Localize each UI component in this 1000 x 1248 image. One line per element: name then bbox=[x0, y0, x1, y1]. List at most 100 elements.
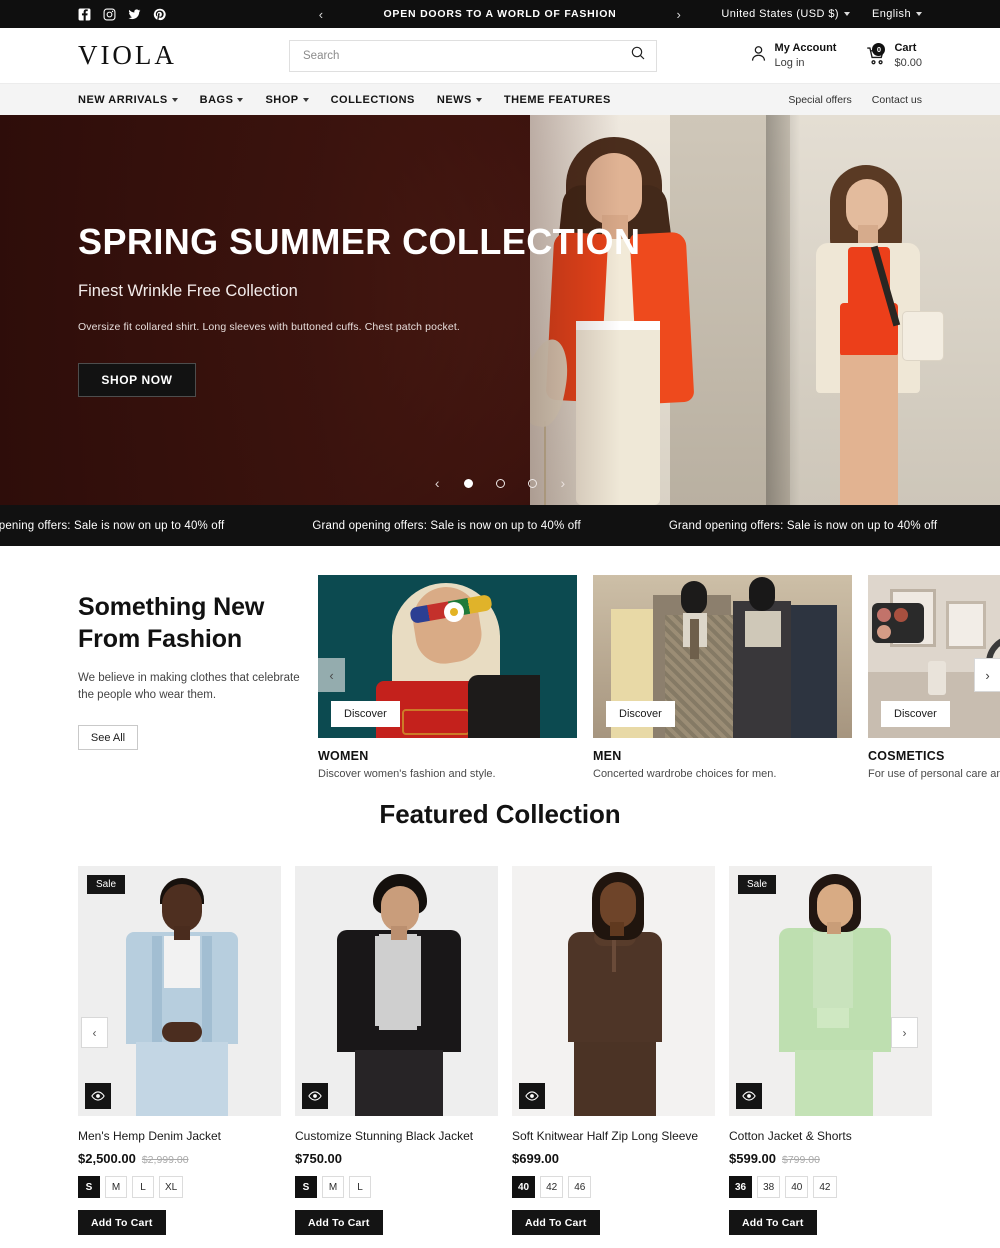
category-subtitle-cosmetics: For use of personal care and s bbox=[868, 768, 1000, 780]
size-option[interactable]: L bbox=[349, 1176, 371, 1198]
nav-item-contact-us[interactable]: Contact us bbox=[872, 94, 922, 106]
product-image[interactable] bbox=[512, 866, 715, 1116]
add-to-cart-button[interactable]: Add To Cart bbox=[729, 1210, 817, 1235]
product-size-options: S M L XL bbox=[78, 1176, 281, 1198]
cart-button[interactable]: 0 Cart $0.00 bbox=[865, 41, 922, 69]
cart-count-badge: 0 bbox=[872, 42, 886, 56]
category-subtitle-women: Discover women's fashion and style. bbox=[318, 768, 496, 780]
hero-next-arrow[interactable]: › bbox=[561, 475, 566, 491]
category-card-men[interactable]: Discover MEN Concerted wardrobe choices … bbox=[593, 575, 852, 780]
hero-dot-1[interactable] bbox=[463, 478, 473, 488]
discover-button-cosmetics[interactable]: Discover bbox=[881, 701, 950, 727]
product-image[interactable]: Sale bbox=[729, 866, 932, 1116]
nav-label: THEME FEATURES bbox=[503, 93, 611, 106]
category-carousel: Discover WOMEN Discover women's fashion … bbox=[318, 575, 1000, 780]
product-name[interactable]: Men's Hemp Denim Jacket bbox=[78, 1129, 281, 1143]
add-to-cart-button[interactable]: Add To Cart bbox=[512, 1210, 600, 1235]
nav-item-special-offers[interactable]: Special offers bbox=[788, 94, 851, 106]
category-card-women[interactable]: Discover WOMEN Discover women's fashion … bbox=[318, 575, 577, 780]
nav-item-new-arrivals[interactable]: NEW ARRIVALS bbox=[78, 94, 178, 106]
size-option[interactable]: S bbox=[295, 1176, 317, 1198]
size-option[interactable]: S bbox=[78, 1176, 100, 1198]
size-option[interactable]: M bbox=[322, 1176, 344, 1198]
account-login-link[interactable]: Log in bbox=[775, 56, 837, 70]
my-account-button[interactable]: My Account Log in bbox=[749, 41, 837, 69]
quick-view-button[interactable] bbox=[302, 1083, 328, 1109]
announcement-prev-arrow[interactable]: ‹ bbox=[319, 8, 324, 21]
size-option[interactable]: 42 bbox=[540, 1176, 564, 1198]
something-new-intro: Something New From Fashion We believe in… bbox=[0, 568, 300, 781]
size-option[interactable]: M bbox=[105, 1176, 127, 1198]
marquee-item: Grand opening offers: Sale is now on up … bbox=[668, 519, 938, 532]
product-card[interactable]: Soft Knitwear Half Zip Long Sleeve $699.… bbox=[512, 866, 715, 1235]
size-option[interactable]: 42 bbox=[813, 1176, 837, 1198]
hero-subtitle: Finest Wrinkle Free Collection bbox=[78, 282, 298, 301]
cart-total: $0.00 bbox=[894, 56, 922, 69]
discover-button-women[interactable]: Discover bbox=[331, 701, 400, 727]
nav-item-bags[interactable]: BAGS bbox=[200, 94, 244, 106]
search-icon[interactable] bbox=[630, 45, 646, 66]
category-image-women: Discover bbox=[318, 575, 577, 738]
size-option[interactable]: 36 bbox=[729, 1176, 753, 1198]
product-size-options: 36 38 40 42 bbox=[729, 1176, 932, 1198]
announcement-next-arrow[interactable]: › bbox=[677, 8, 682, 21]
category-image-men: Discover bbox=[593, 575, 852, 738]
nav-item-theme-features[interactable]: THEME FEATURES bbox=[504, 94, 611, 106]
see-all-button[interactable]: See All bbox=[78, 725, 138, 751]
size-option[interactable]: XL bbox=[159, 1176, 184, 1198]
product-name[interactable]: Customize Stunning Black Jacket bbox=[295, 1129, 498, 1143]
product-image[interactable]: Sale bbox=[78, 866, 281, 1116]
search-bar[interactable] bbox=[289, 39, 657, 72]
size-option[interactable]: 40 bbox=[785, 1176, 809, 1198]
product-card[interactable]: Sale Men's Hemp Denim Jacket $2,500.00 $… bbox=[78, 866, 281, 1235]
site-header: VIOLA My Account Log in 0 Cart $0.00 bbox=[0, 28, 1000, 83]
size-option[interactable]: 46 bbox=[568, 1176, 592, 1198]
add-to-cart-button[interactable]: Add To Cart bbox=[78, 1210, 166, 1235]
hero-dots bbox=[463, 478, 537, 488]
hero-dot-3[interactable] bbox=[527, 478, 537, 488]
country-selector[interactable]: United States (USD $) bbox=[721, 8, 850, 20]
products-carousel-prev-arrow[interactable]: ‹ bbox=[81, 1017, 108, 1048]
size-option[interactable]: 38 bbox=[757, 1176, 781, 1198]
pinterest-icon[interactable] bbox=[153, 8, 166, 21]
category-name-cosmetics: COSMETICS bbox=[868, 749, 945, 763]
language-selector[interactable]: English bbox=[872, 8, 922, 20]
nav-item-news[interactable]: NEWS bbox=[437, 94, 482, 106]
nav-item-shop[interactable]: SHOP bbox=[265, 94, 309, 106]
category-carousel-prev-arrow[interactable]: ‹ bbox=[318, 658, 345, 692]
site-logo[interactable]: VIOLA bbox=[78, 40, 177, 71]
marquee-track: Grand opening offers: Sale is now on up … bbox=[0, 520, 1000, 532]
instagram-icon[interactable] bbox=[103, 8, 116, 21]
product-compare-price: $2,999.00 bbox=[141, 1154, 189, 1166]
account-text: My Account Log in bbox=[775, 41, 837, 69]
chevron-down-icon bbox=[916, 12, 922, 16]
top-announcement-bar: ‹ OPEN DOORS TO A WORLD OF FASHION › Uni… bbox=[0, 0, 1000, 28]
product-card[interactable]: Customize Stunning Black Jacket $750.00 … bbox=[295, 866, 498, 1235]
hero-prev-arrow[interactable]: ‹ bbox=[435, 475, 440, 491]
quick-view-button[interactable] bbox=[85, 1083, 111, 1109]
quick-view-button[interactable] bbox=[736, 1083, 762, 1109]
size-option[interactable]: L bbox=[132, 1176, 154, 1198]
product-name[interactable]: Soft Knitwear Half Zip Long Sleeve bbox=[512, 1129, 715, 1143]
product-price-row: $2,500.00 $2,999.00 bbox=[78, 1151, 281, 1166]
search-input[interactable] bbox=[303, 49, 630, 62]
twitter-icon[interactable] bbox=[128, 8, 141, 21]
facebook-icon[interactable] bbox=[78, 8, 91, 21]
nav-label: COLLECTIONS bbox=[330, 93, 415, 106]
add-to-cart-button[interactable]: Add To Cart bbox=[295, 1210, 383, 1235]
products-carousel-next-arrow[interactable]: › bbox=[891, 1017, 918, 1048]
shop-now-button[interactable]: SHOP NOW bbox=[78, 363, 196, 398]
category-name-men: MEN bbox=[593, 749, 622, 763]
discover-button-men[interactable]: Discover bbox=[606, 701, 675, 727]
product-name[interactable]: Cotton Jacket & Shorts bbox=[729, 1129, 932, 1143]
heading-line-2: From Fashion bbox=[78, 624, 243, 653]
size-option[interactable]: 40 bbox=[512, 1176, 536, 1198]
cart-icon: 0 bbox=[865, 42, 887, 66]
quick-view-button[interactable] bbox=[519, 1083, 545, 1109]
hero-dot-2[interactable] bbox=[495, 478, 505, 488]
nav-item-collections[interactable]: COLLECTIONS bbox=[331, 94, 415, 106]
product-card[interactable]: Sale Cotton Jacket & Shorts $599.00 $799… bbox=[729, 866, 932, 1235]
category-carousel-next-arrow[interactable]: › bbox=[974, 658, 1000, 692]
product-image[interactable] bbox=[295, 866, 498, 1116]
cart-text: Cart $0.00 bbox=[894, 41, 922, 69]
